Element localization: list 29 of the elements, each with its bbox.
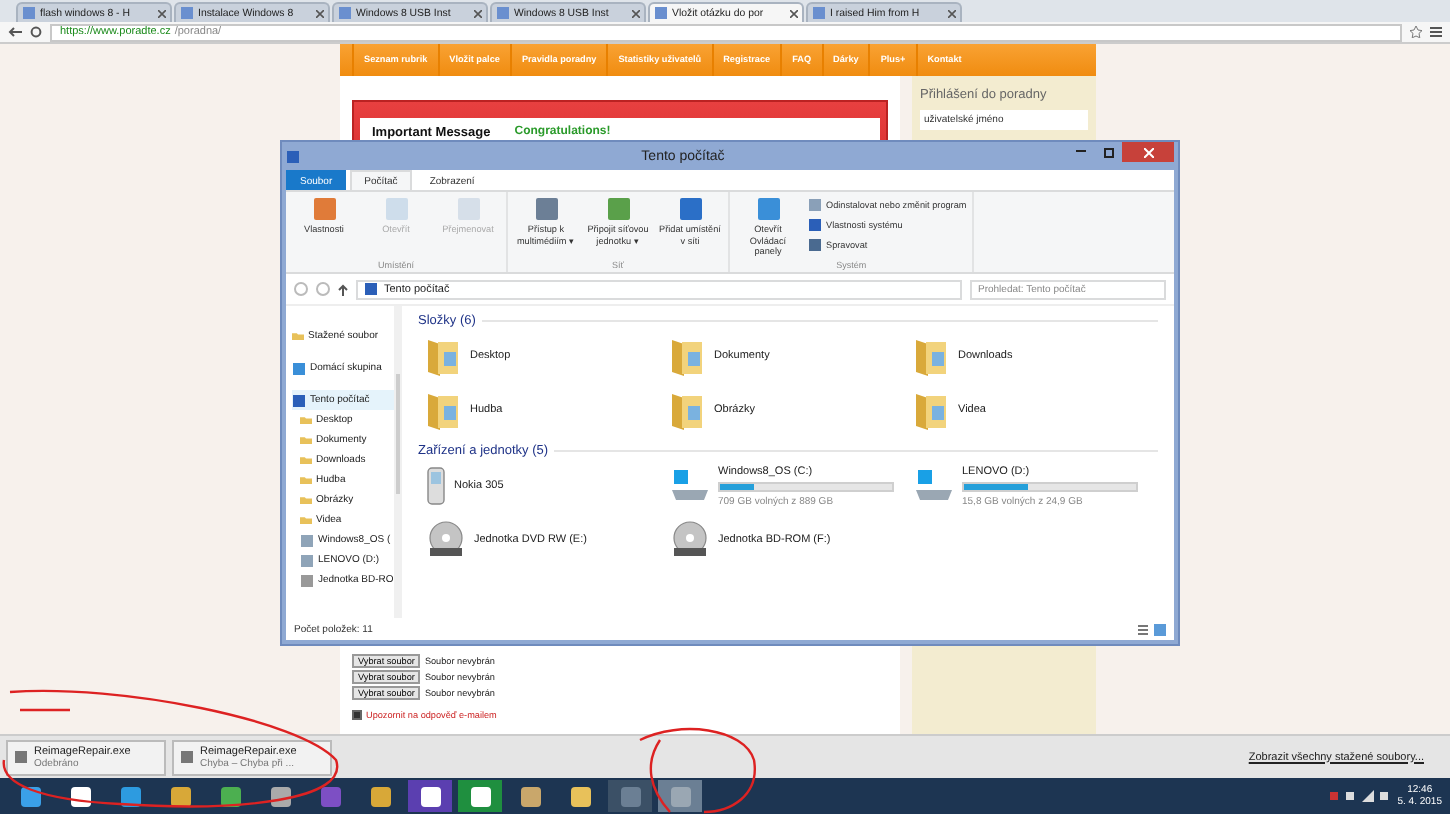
page-icon [338,6,352,20]
reload-icon[interactable] [30,26,42,38]
back-icon[interactable] [8,26,22,38]
minimize-icon [1075,150,1085,154]
close-icon[interactable] [316,9,324,17]
view-toggle-icon[interactable] [1138,623,1166,635]
page-icon [180,6,194,20]
close-icon[interactable] [474,9,482,17]
close-button[interactable] [1122,142,1174,162]
scrollbar[interactable] [393,306,402,618]
app-icon[interactable] [319,785,341,807]
page-icon [496,6,510,20]
tray-icons[interactable] [1329,790,1390,802]
page-icon [812,6,826,20]
close-icon[interactable] [158,9,166,17]
close-icon [1143,147,1153,157]
close-icon[interactable] [948,9,956,17]
file-icon [14,750,28,764]
notify-checkbox[interactable] [352,710,362,720]
close-icon[interactable] [790,9,798,17]
menu-icon[interactable] [1430,26,1442,38]
page-icon [654,6,668,20]
up-arrow-icon[interactable] [338,283,348,295]
file-icon [180,750,194,764]
phone-icon [426,466,446,506]
close-icon[interactable] [632,9,640,17]
star-icon[interactable] [1410,26,1422,38]
page-icon [22,6,36,20]
maximize-icon [1103,147,1113,157]
